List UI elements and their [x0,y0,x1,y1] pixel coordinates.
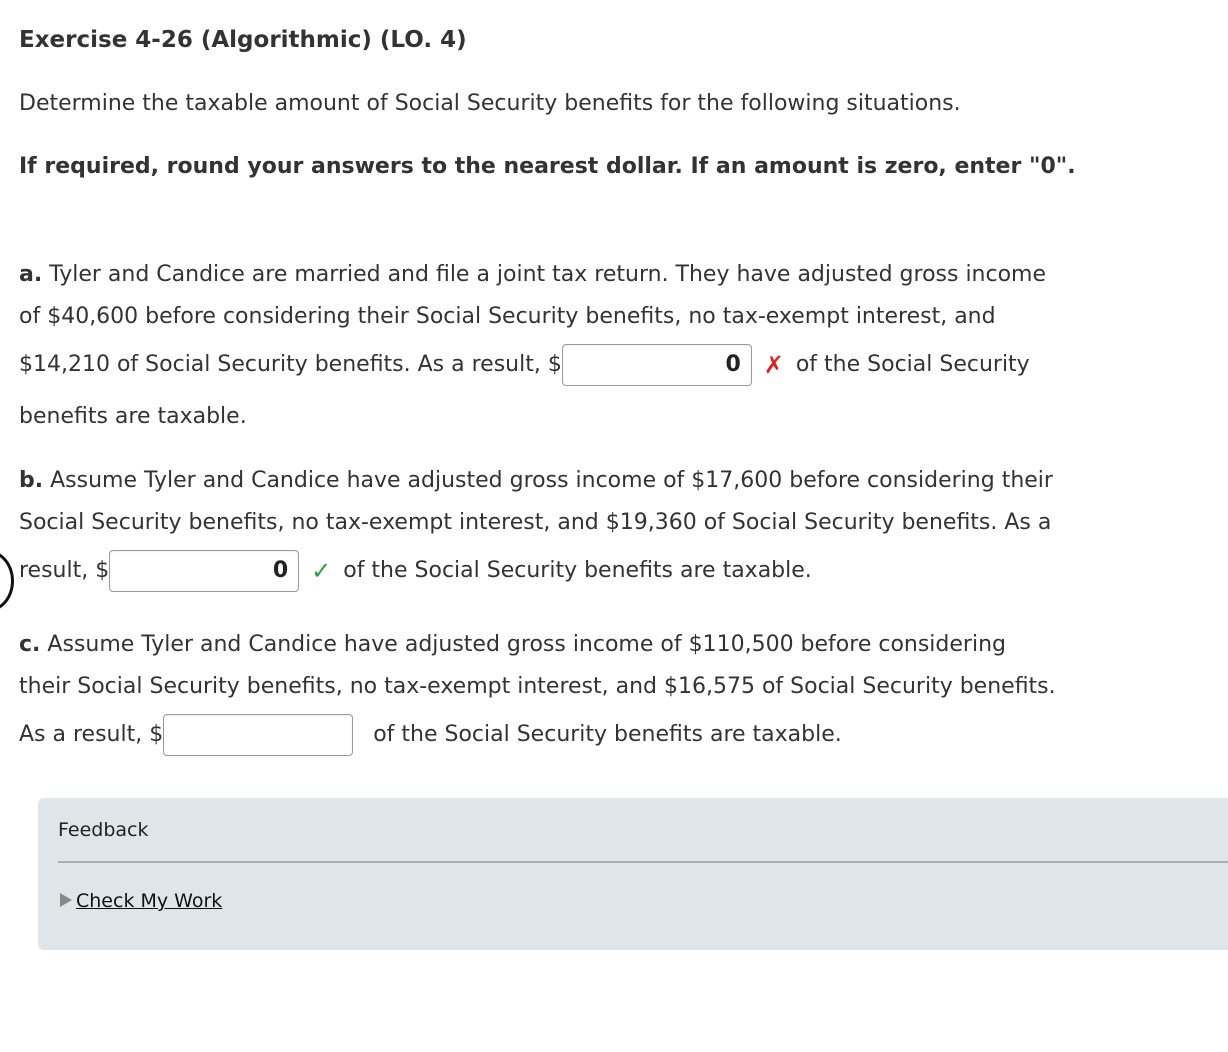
part-a-text-3: $14,210 of Social Security benefits. As … [19,352,562,377]
part-a-text-3-after: of the Social Security [795,352,1030,377]
part-c-line-3: As a result, $ of the Social Security ben… [19,714,842,756]
part-b-text-3-after: of the Social Security benefits are taxa… [343,558,812,583]
part-c-text-1: Assume Tyler and Candice have adjusted g… [40,632,1006,657]
feedback-panel: Feedback Check My Work [38,798,1228,950]
exercise-intro: Determine the taxable amount of Social S… [19,91,961,116]
part-b-line-1: b. Assume Tyler and Candice have adjuste… [19,467,1053,495]
part-b-text-1: Assume Tyler and Candice have adjusted g… [43,468,1053,493]
x-icon: ✗ [763,351,784,379]
exercise-title: Exercise 4-26 (Algorithmic) (LO. 4) [19,27,467,53]
feedback-divider [58,861,1228,863]
part-b-line-2: Social Security benefits, no tax-exempt … [19,510,1052,535]
part-b-line-3: result, $0 ✓ of the Social Security benefi… [19,550,812,592]
part-c-text-3: As a result, $ [19,722,164,747]
checkmark-icon: ✓ [311,557,332,585]
part-b-label: b. [19,468,44,493]
part-a-line-3: $14,210 of Social Security benefits. As … [19,344,1030,386]
check-my-work-link[interactable]: Check My Work [76,890,222,912]
part-c-text-3-after: of the Social Security benefits are taxa… [373,722,842,747]
part-a-line-2: of $40,600 before considering their Soci… [19,304,996,329]
part-b-answer-input[interactable]: 0 [109,550,300,592]
feedback-title: Feedback [58,819,149,841]
part-c-label: c. [19,632,41,657]
part-b-text-3: result, $ [19,558,110,583]
annotation-circle-mark [0,550,14,612]
part-a-text-1: Tyler and Candice are married and file a… [42,262,1047,287]
part-a-answer-input[interactable]: 0 [561,344,752,386]
part-a-line-4: benefits are taxable. [19,404,247,429]
part-c-line-2: their Social Security benefits, no tax-e… [19,674,1056,699]
part-a-line-1: a. Tyler and Candice are married and fil… [19,261,1046,289]
check-my-work-toggle[interactable]: Check My Work [60,890,222,912]
exercise-page: Exercise 4-26 (Algorithmic) (LO. 4) Dete… [0,0,1228,1052]
triangle-right-icon [60,893,72,907]
part-a-label: a. [19,262,43,287]
exercise-instructions: If required, round your answers to the n… [19,154,1076,179]
part-c-answer-input[interactable] [163,714,354,756]
part-c-line-1: c. Assume Tyler and Candice have adjuste… [19,631,1006,659]
